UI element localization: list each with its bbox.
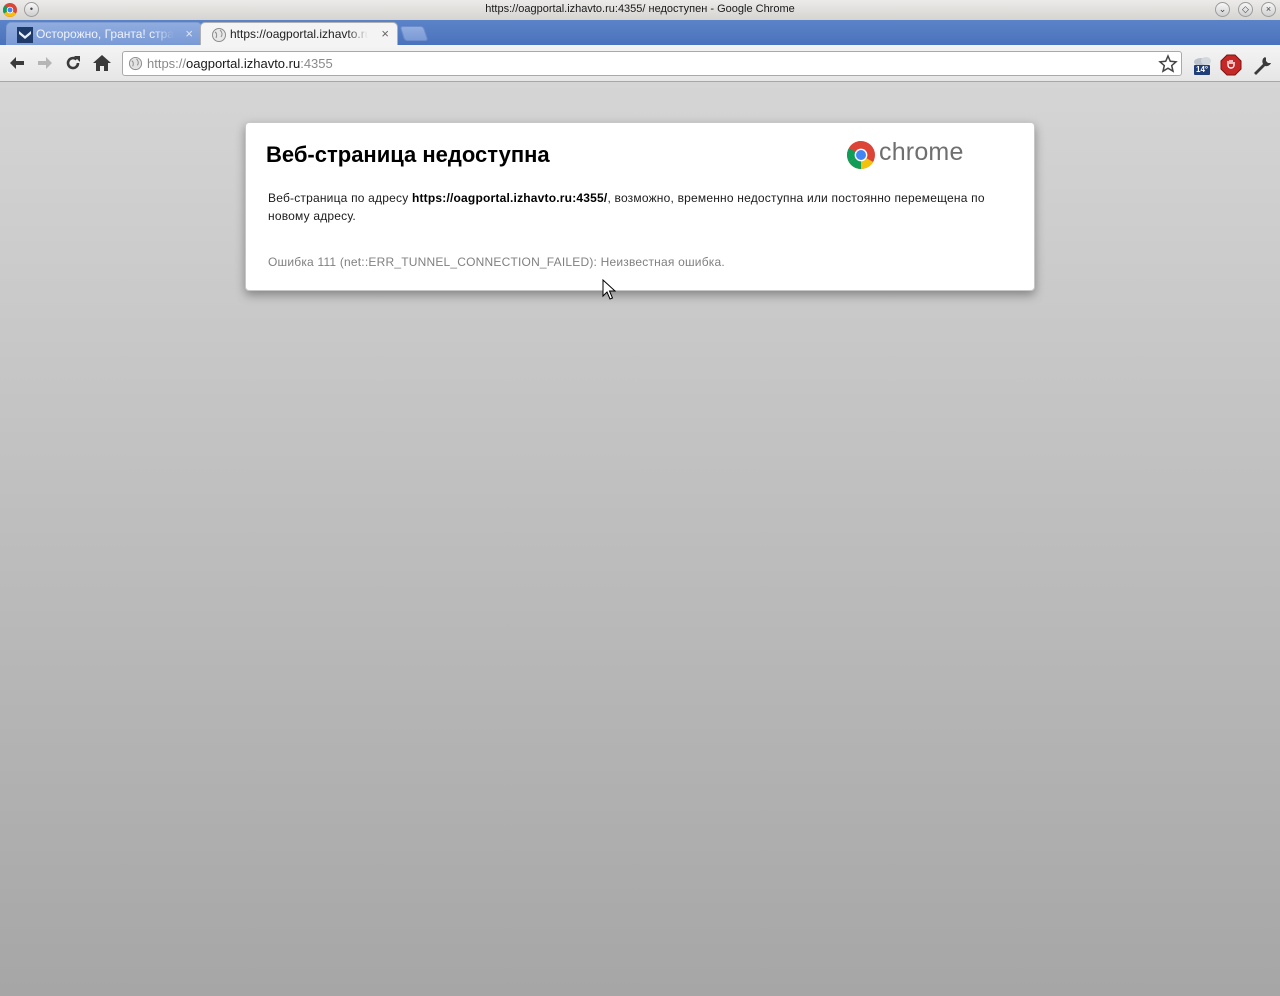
chrome-logo: chrome: [846, 138, 976, 172]
url-host: oagportal.izhavto.ru: [186, 56, 301, 71]
tab-oagportal[interactable]: https://oagportal.izhavto.ru:4355/ ×: [200, 22, 398, 46]
address-bar[interactable]: https://oagportal.izhavto.ru:4355: [122, 51, 1182, 76]
page-info-globe-icon[interactable]: [128, 56, 143, 71]
chrome-logo-icon: [847, 141, 875, 169]
message-url: https://oagportal.izhavto.ru:4355/: [411, 191, 608, 205]
globe-icon: [212, 28, 226, 42]
error-code: Ошибка 111 (net::ERR_TUNNEL_CONNECTION_F…: [268, 255, 725, 269]
url-scheme: https://: [147, 56, 187, 71]
new-tab-button[interactable]: [399, 26, 429, 41]
back-arrow-icon[interactable]: [7, 53, 27, 73]
tab-close-icon[interactable]: ×: [381, 26, 389, 41]
site-favicon-icon: [17, 27, 33, 43]
maximize-button[interactable]: ◇: [1238, 2, 1253, 17]
error-card: Веб-страница недоступна chrome Веб-стран…: [245, 122, 1035, 291]
window-titlebar[interactable]: • https://oagportal.izhavto.ru:4355/ нед…: [0, 0, 1280, 21]
tab-close-icon[interactable]: ×: [185, 26, 193, 41]
address-url[interactable]: https://oagportal.izhavto.ru:4355: [147, 56, 333, 71]
tab-label: Осторожно, Гранта! страница: [36, 27, 174, 41]
url-port: :4355: [300, 56, 333, 71]
page-content: Веб-страница недоступна chrome Веб-стран…: [0, 82, 1280, 996]
reload-icon[interactable]: [63, 53, 83, 73]
close-window-button[interactable]: ×: [1261, 2, 1276, 17]
bookmark-star-icon[interactable]: [1158, 54, 1178, 74]
weather-badge: 14°: [1194, 65, 1211, 75]
weather-extension-button[interactable]: 14°: [1192, 54, 1214, 76]
tab-granta[interactable]: Осторожно, Гранта! страница ×: [6, 22, 202, 45]
window-title: https://oagportal.izhavto.ru:4355/ недос…: [485, 3, 795, 15]
mouse-pointer-icon: [602, 279, 616, 300]
tab-label: https://oagportal.izhavto.ru:4355/: [230, 27, 368, 41]
forward-arrow-icon[interactable]: [35, 53, 55, 73]
message-prefix: Веб-страница по адресу: [268, 191, 412, 205]
error-heading: Веб-страница недоступна: [266, 142, 550, 167]
adblock-stop-icon[interactable]: [1220, 54, 1242, 76]
minimize-button[interactable]: ⌄: [1215, 2, 1230, 17]
home-icon[interactable]: [92, 53, 112, 73]
error-message: Веб-страница по адресу https://oagportal…: [268, 189, 1013, 225]
chrome-logo-text: chrome: [879, 138, 964, 166]
wrench-menu-icon[interactable]: [1251, 54, 1273, 76]
